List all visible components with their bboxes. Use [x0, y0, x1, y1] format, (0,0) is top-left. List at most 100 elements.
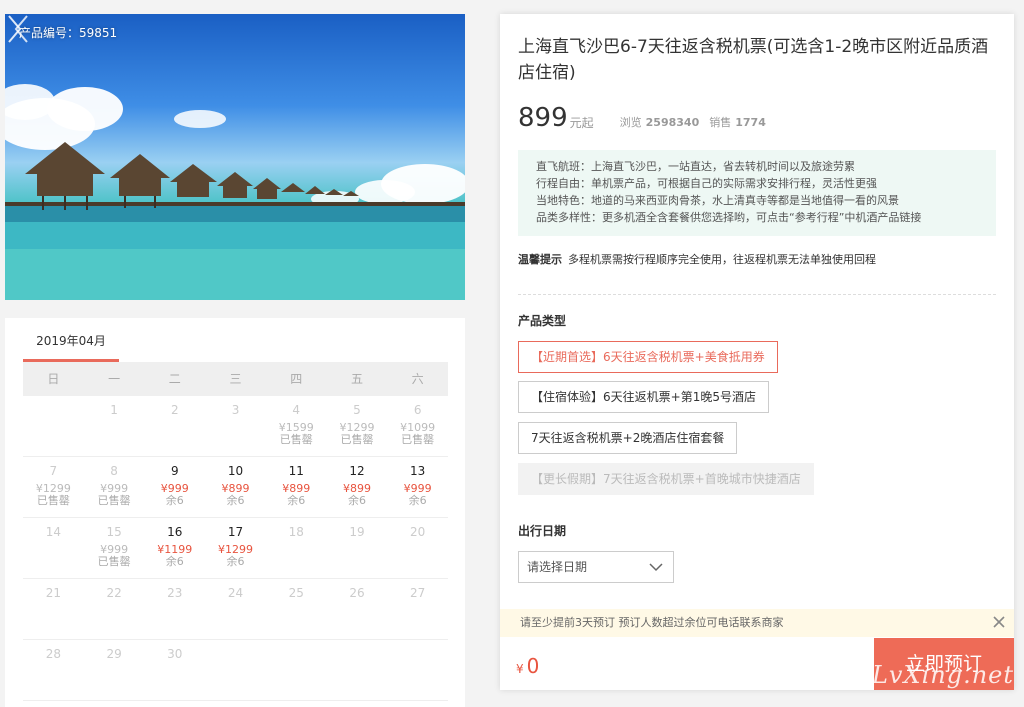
feature-item: 当地特色：地道的马来西亚肉骨茶，水上清真寺等都是当地值得一看的风景 [536, 194, 899, 207]
price-value: 899 [518, 103, 568, 133]
product-title: 上海直飞沙巴6-7天往返含税机票(可选含1-2晚市区附近品质酒店住宿) [518, 37, 989, 83]
month-tab[interactable]: 2019年04月 [23, 318, 119, 362]
calendar-day-number: 8 [110, 464, 118, 478]
calendar-day-status: 已售罄 [401, 433, 435, 446]
calendar-day-number: 5 [353, 403, 361, 417]
calendar-day-cell: 20 [387, 518, 448, 578]
calendar-day-cell [205, 640, 266, 700]
calendar-day-cell[interactable]: 16 ¥1199 余6 [144, 518, 205, 578]
feature-list: 直飞航班：上海直飞沙巴，一站直达，省去转机时间以及旅途劳累 行程自由：单机票产品… [518, 150, 996, 236]
weekday-label: 四 [290, 372, 303, 386]
product-detail-panel: 上海直飞沙巴6-7天往返含税机票(可选含1-2晚市区附近品质酒店住宿) 899 … [500, 14, 1014, 690]
calendar-day-number: 23 [167, 586, 183, 600]
feature-item: 直飞航班：上海直飞沙巴，一站直达，省去转机时间以及旅途劳累 [536, 160, 855, 173]
weekday-label: 六 [411, 372, 424, 386]
calendar-day-number: 14 [45, 525, 61, 539]
notice: 温馨提示 多程机票需按行程顺序完全使用，往返程机票无法单独使用回程 [518, 251, 876, 267]
currency-symbol: ¥ [516, 662, 524, 676]
calendar-day-cell[interactable]: 12 ¥899 余6 [327, 457, 388, 517]
calendar-day-number: 27 [410, 586, 426, 600]
calendar-day-cell: 30 [144, 640, 205, 700]
calendar-day-number: 1 [110, 403, 118, 417]
calendar-day-cell: 25 [266, 579, 327, 639]
calendar-day-number: 24 [227, 586, 244, 600]
option-stay-experience[interactable]: 【住宿体验】6天往返机票+第1晚5号酒店 [518, 381, 769, 413]
calendar-day-number: 26 [349, 586, 365, 600]
calendar-day-cell: 21 [23, 579, 84, 639]
calendar-day-cell: 14 [23, 518, 84, 578]
notice-label: 温馨提示 [518, 253, 562, 266]
price-line: 899 元起 浏览 2598340 销售 1774 [518, 102, 776, 132]
calendar-day-number [327, 646, 388, 662]
calendar-day-status: 已售罄 [97, 494, 131, 507]
calendar-row: 1 2 3 4 ¥1599 已售罄 5 ¥1299 已售罄 6 ¥1099 已售罄 [23, 396, 448, 457]
calendar-day-cell: 1 [84, 396, 145, 456]
calendar-day-cell: 24 [205, 579, 266, 639]
notice-text: 多程机票需按行程顺序完全使用，往返程机票无法单独使用回程 [568, 253, 876, 266]
calendar-day-number: 22 [106, 586, 122, 600]
calendar-row: 14 15 ¥999 已售罄 16 ¥1199 余6 17 ¥1299 余6 18 19 20 [23, 518, 448, 579]
calendar-day-cell: 23 [144, 579, 205, 639]
option-7day-package[interactable]: 7天往返含税机票+2晚酒店住宿套餐 [518, 422, 738, 454]
calendar-day-number: 18 [288, 525, 304, 539]
calendar-day-cell: 22 [84, 579, 145, 639]
calendar-day-cell[interactable]: 17 ¥1299 余6 [205, 518, 266, 578]
calendar-day-cell: 15 ¥999 已售罄 [84, 518, 145, 578]
calendar-day-number: 15 [106, 525, 122, 539]
calendar-body: 1 2 3 4 ¥1599 已售罄 5 ¥1299 已售罄 6 ¥1099 已售罄 7 ¥1299 已售罄 8… [23, 396, 448, 701]
calendar-day-status: 已售罄 [340, 433, 374, 446]
calendar-day-cell: 28 [23, 640, 84, 700]
next-arrow-icon[interactable] [5, 14, 23, 44]
calendar-day-cell [23, 396, 84, 456]
calendar-day-number: 3 [231, 403, 240, 417]
calendar-day-number [387, 646, 448, 662]
calendar-day-number: 9 [170, 464, 179, 478]
calendar-day-status: 已售罄 [36, 494, 70, 507]
weekday-header: 日 一 二 三 四 五 六 [23, 362, 448, 396]
calendar-day-status: 已售罄 [279, 433, 313, 446]
calendar-day-cell[interactable]: 9 ¥999 余6 [144, 457, 205, 517]
calendar-day-cell: 6 ¥1099 已售罄 [387, 396, 448, 456]
feature-item: 品类多样性：更多机酒全含套餐供您选择哟，可点击“参考行程”中机酒产品链接 [536, 211, 922, 224]
calendar-day-number: 28 [45, 647, 61, 661]
calendar-grid: 日 一 二 三 四 五 六 1 2 3 4 ¥1599 已售罄 5 ¥1299 已售罄 6 ¥109… [23, 362, 448, 701]
weekday-label: 二 [168, 372, 181, 386]
calendar-day-number [23, 402, 84, 418]
weekday-label: 三 [229, 372, 242, 386]
option-recent-pick[interactable]: 【近期首选】6天往返含税机票+美食抵用券 [518, 341, 778, 373]
page: 产品编号：59851 2019年04月 日 一 二 三 四 五 六 1 2 3 4 ¥1… [0, 0, 1024, 707]
booking-tip-text: 请至少提前3天预订 预订人数超过余位可电话联系商家 [520, 616, 784, 629]
calendar-day-number: 13 [410, 464, 426, 478]
calendar-day-cell: 27 [387, 579, 448, 639]
option-longer-holiday: 【更长假期】7天往返含税机票+首晚城市快捷酒店 [518, 463, 814, 495]
chevron-down-icon [649, 563, 663, 572]
calendar-day-status: 余6 [165, 494, 184, 507]
calendar-day-cell[interactable]: 10 ¥899 余6 [205, 457, 266, 517]
weekday-label: 五 [350, 372, 363, 386]
calendar-day-cell [387, 640, 448, 700]
calendar-day-number: 19 [349, 525, 365, 539]
book-now-button[interactable]: 立即预订 [874, 638, 1014, 690]
close-icon[interactable] [992, 615, 1006, 629]
calendar-day-cell: 18 [266, 518, 327, 578]
calendar-day-cell: 19 [327, 518, 388, 578]
calendar-day-cell: 26 [327, 579, 388, 639]
price-unit: 元起 [569, 116, 594, 130]
date-select-placeholder: 请选择日期 [527, 560, 588, 574]
calendar-day-cell[interactable]: 13 ¥999 余6 [387, 457, 448, 517]
calendar-day-status: 余6 [165, 555, 184, 568]
calendar-day-cell [266, 640, 327, 700]
date-select[interactable]: 请选择日期 [518, 551, 674, 583]
calendar-day-cell: 4 ¥1599 已售罄 [266, 396, 327, 456]
calendar-day-status: 余6 [408, 494, 427, 507]
calendar-row: 7 ¥1299 已售罄 8 ¥999 已售罄 9 ¥999 余6 10 ¥899 余6 11 ¥899 余6… [23, 457, 448, 518]
calendar-day-number: 12 [349, 464, 365, 478]
weekday-label: 一 [108, 372, 121, 386]
product-image: 产品编号：59851 [5, 14, 465, 300]
travel-date-label: 出行日期 [518, 524, 567, 538]
views-label: 浏览 [619, 116, 642, 129]
calendar-day-cell[interactable]: 11 ¥899 余6 [266, 457, 327, 517]
weekday-label: 日 [47, 372, 60, 386]
stats: 浏览 2598340 销售 1774 [620, 114, 776, 132]
calendar-day-status: 余6 [226, 555, 245, 568]
